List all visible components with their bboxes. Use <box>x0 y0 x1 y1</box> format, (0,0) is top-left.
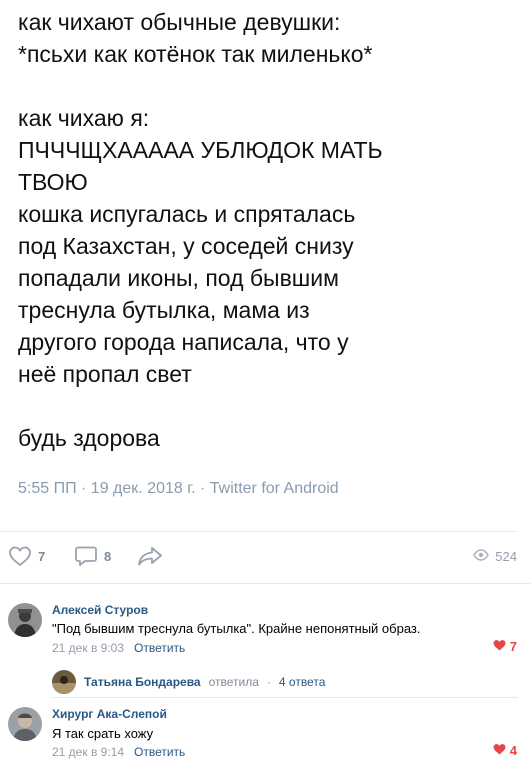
comment-bubble-icon <box>74 545 98 567</box>
comment-text: "Под бывшим треснула бутылка". Крайне не… <box>52 621 421 636</box>
heart-icon <box>493 743 506 758</box>
tweet-line: неё пропал свет <box>18 361 192 387</box>
comment-author[interactable]: Алексей Стуров <box>52 603 148 617</box>
tweet-text: как чихают обычные девушки: *псьхи как к… <box>18 6 518 454</box>
thread-action: ответила <box>208 675 259 689</box>
eye-icon <box>473 549 490 564</box>
comment-meta: 21 дек в 9:03 Ответить <box>52 641 185 655</box>
comment-like-button[interactable]: 7 <box>493 639 517 654</box>
heart-icon <box>493 639 506 654</box>
views-count: 524 <box>495 549 517 564</box>
like-count: 7 <box>38 548 46 564</box>
comment-like-button[interactable]: 4 <box>493 743 517 758</box>
tweet-line <box>18 70 518 102</box>
comment-date[interactable]: 21 дек в 9:03 <box>52 641 124 655</box>
tweet-text-block: как чихают обычные девушки: *псьхи как к… <box>18 6 518 454</box>
comments-divider <box>0 583 531 584</box>
post-divider <box>0 531 517 532</box>
views-counter: 524 <box>473 549 517 564</box>
replies-thread-link[interactable]: Татьяна Бондарева ответила · 4 ответа <box>52 670 325 694</box>
tweet-line: ТВОЮ <box>18 169 88 195</box>
tweet-line: попадали иконы, под бывшим <box>18 265 339 291</box>
tweet-line: как чихают обычные девушки: <box>18 9 341 35</box>
comment-author[interactable]: Хирург Ака-Слепой <box>52 707 167 721</box>
avatar <box>52 670 76 694</box>
tweet-line: под Казахстан, у соседей снизу <box>18 233 354 259</box>
tweet-line: *псьхи как котёнок так миленько* <box>18 41 373 67</box>
share-button[interactable] <box>137 545 163 567</box>
comment-text: Я так срать хожу <box>52 726 154 741</box>
post-actions-bar: 7 8 524 <box>0 535 531 579</box>
thread-reply-count[interactable]: 4 ответа <box>279 675 325 689</box>
comment-count: 8 <box>104 548 112 564</box>
reply-button[interactable]: Ответить <box>134 745 185 759</box>
thread-dot: · <box>266 675 271 689</box>
like-button[interactable]: 7 <box>8 545 45 567</box>
comment-button[interactable]: 8 <box>74 545 111 567</box>
share-arrow-icon <box>137 545 163 567</box>
comment-like-count: 4 <box>509 743 517 758</box>
tweet-line: треснула бутылка, мама из <box>18 297 310 323</box>
thread-author[interactable]: Татьяна Бондарева <box>84 675 201 689</box>
tweet-line <box>18 390 518 422</box>
tweet-meta: 5:55 ПП · 19 дек. 2018 г. · Twitter for … <box>18 480 339 497</box>
tweet-line: как чихаю я: <box>18 105 150 131</box>
avatar[interactable] <box>8 603 42 637</box>
tweet-line: ПЧЧЧЩХААААА УБЛЮДОК МАТЬ <box>18 137 383 163</box>
comment-date[interactable]: 21 дек в 9:14 <box>52 745 124 759</box>
comment-like-count: 7 <box>509 639 517 654</box>
tweet-line: другого города написала, что у <box>18 329 349 355</box>
heart-outline-icon <box>8 545 32 567</box>
comment-meta: 21 дек в 9:14 Ответить <box>52 745 185 759</box>
tweet-line: кошка испугалась и спряталась <box>18 201 356 227</box>
avatar[interactable] <box>8 707 42 741</box>
comment-divider <box>52 697 518 698</box>
reply-button[interactable]: Ответить <box>134 641 185 655</box>
tweet-line: будь здорова <box>18 425 160 451</box>
